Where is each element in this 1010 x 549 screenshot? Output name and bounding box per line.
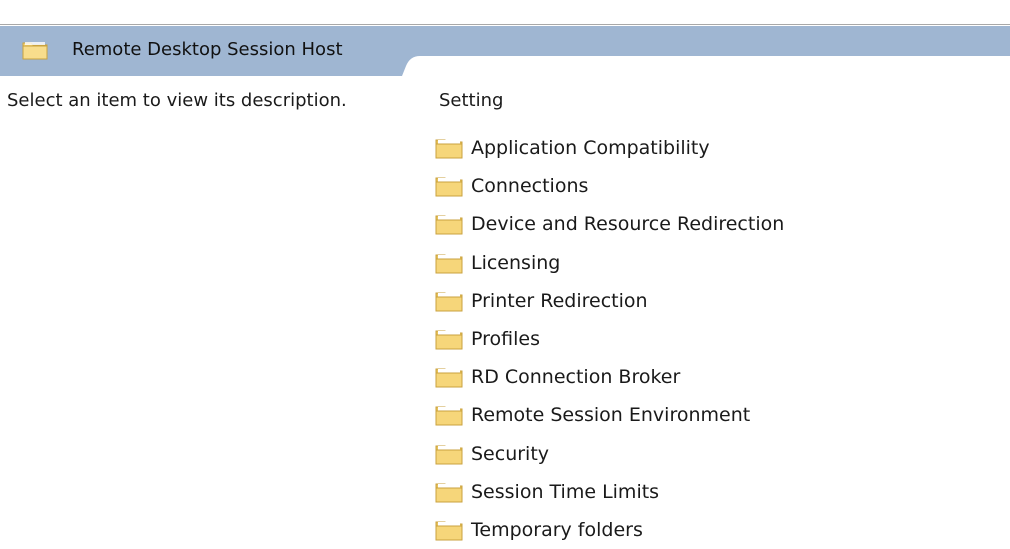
- settings-item-label: Licensing: [471, 251, 561, 274]
- folder-icon: [435, 292, 463, 312]
- folder-icon: [435, 368, 463, 388]
- folder-icon: [435, 483, 463, 503]
- settings-list-item[interactable]: Licensing: [430, 244, 784, 282]
- description-text: Select an item to view its description.: [7, 90, 347, 111]
- settings-list-item[interactable]: Device and Resource Redirection: [430, 205, 784, 243]
- folder-icon: [435, 177, 463, 197]
- folder-icon: [435, 330, 463, 350]
- settings-list-item[interactable]: Printer Redirection: [430, 282, 784, 320]
- settings-item-label: Remote Session Environment: [471, 404, 751, 427]
- top-toolbar-strip: [0, 0, 1010, 25]
- settings-list-item[interactable]: RD Connection Broker: [430, 358, 784, 396]
- settings-list-item[interactable]: Session Time Limits: [430, 473, 784, 511]
- folder-icon: [435, 406, 463, 426]
- folder-icon: [22, 42, 48, 60]
- settings-item-label: Device and Resource Redirection: [471, 213, 785, 236]
- folder-icon: [435, 254, 463, 274]
- folder-icon: [435, 215, 463, 235]
- folder-icon: [435, 445, 463, 465]
- header-title: Remote Desktop Session Host: [72, 39, 343, 60]
- settings-list-item[interactable]: Security: [430, 435, 784, 473]
- settings-item-label: Session Time Limits: [471, 480, 660, 503]
- extended-view-header: Remote Desktop Session Host: [0, 26, 1010, 76]
- settings-list-item[interactable]: Application Compatibility: [430, 129, 784, 167]
- folder-icon: [435, 139, 463, 159]
- settings-item-label: Application Compatibility: [471, 137, 710, 160]
- settings-item-label: RD Connection Broker: [471, 366, 681, 389]
- settings-list-item[interactable]: Remote Session Environment: [430, 396, 784, 434]
- settings-item-label: Printer Redirection: [471, 289, 648, 312]
- settings-list-item[interactable]: Temporary folders: [430, 511, 784, 549]
- settings-list-item[interactable]: Profiles: [430, 320, 784, 358]
- settings-item-label: Connections: [471, 175, 589, 198]
- settings-item-label: Security: [471, 442, 550, 465]
- settings-item-label: Profiles: [471, 328, 540, 351]
- settings-list-item[interactable]: Connections: [430, 167, 784, 205]
- settings-list: Application Compatibility Connections Devi…: [430, 129, 784, 549]
- setting-column-header[interactable]: Setting: [439, 90, 503, 112]
